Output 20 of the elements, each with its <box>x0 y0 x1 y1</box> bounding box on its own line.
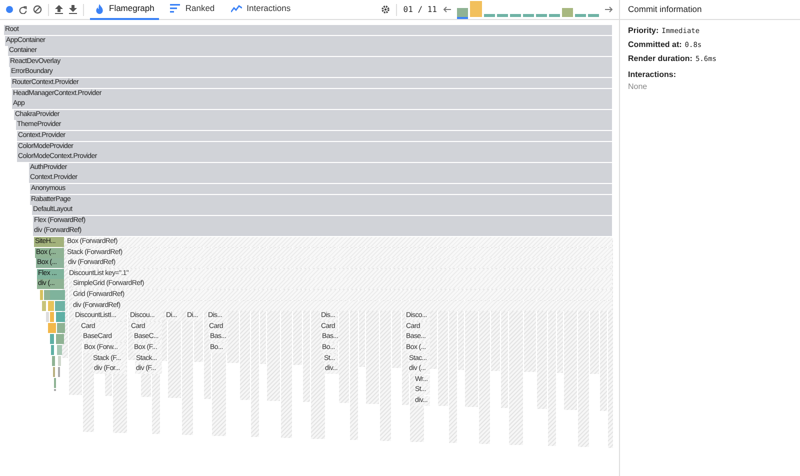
field-value: None <box>628 81 648 93</box>
reload-icon[interactable] <box>19 6 27 14</box>
left-arrow-icon[interactable] <box>443 6 451 13</box>
settings-icon[interactable] <box>381 5 390 14</box>
commit-counter: 01 / 11 <box>403 4 437 16</box>
field-label: Render duration: <box>628 53 692 65</box>
field-label: Priority: <box>628 25 659 37</box>
right-arrow-icon[interactable] <box>605 6 613 13</box>
tab[interactable]: Interactions <box>226 0 296 20</box>
tab[interactable]: Ranked <box>165 0 220 20</box>
line-chart-icon <box>230 4 242 12</box>
upload-icon[interactable] <box>55 5 63 14</box>
flame-icon <box>95 4 104 14</box>
bars-icon <box>170 4 180 13</box>
download-icon[interactable] <box>69 5 77 14</box>
clear-icon[interactable] <box>33 5 42 14</box>
field-label: Interactions: <box>628 69 678 81</box>
field-label: Committed at: <box>628 39 682 51</box>
record-icon[interactable] <box>6 6 13 13</box>
panel-title: Commit information <box>628 3 702 16</box>
